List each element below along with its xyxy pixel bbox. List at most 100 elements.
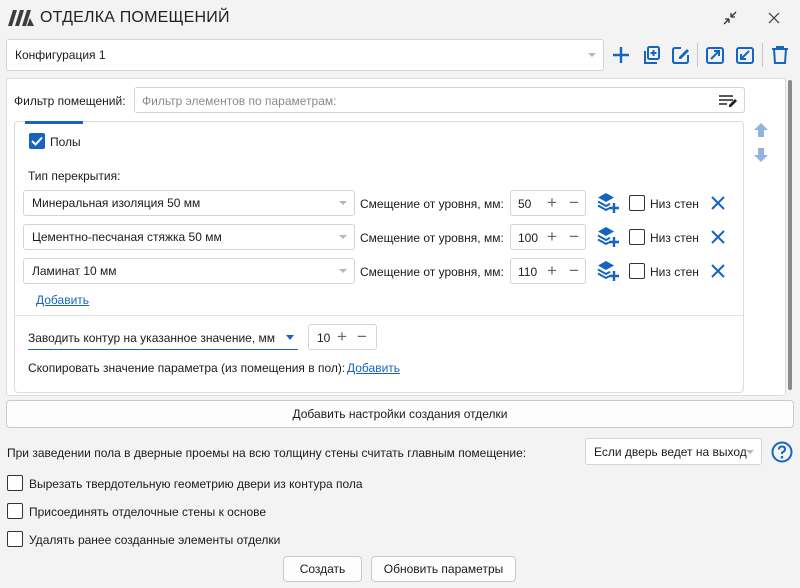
- close-icon: [768, 12, 780, 24]
- toolbar-divider: [697, 43, 698, 67]
- offset-label: Смещение от уровня, мм:: [360, 265, 504, 279]
- offset-label: Смещение от уровня, мм:: [360, 197, 504, 211]
- increment-icon[interactable]: +: [547, 194, 557, 211]
- bottom-walls-label: Низ стен: [650, 231, 699, 245]
- door-main-room-select[interactable]: Если дверь ведет на выход: [585, 438, 762, 465]
- copy-param-add-link[interactable]: Добавить: [347, 361, 400, 375]
- settings-panel: Фильтр помещений: Фильтр элементов по па…: [6, 78, 786, 396]
- contour-value: 10: [317, 331, 331, 345]
- edit-config-button[interactable]: [669, 43, 693, 67]
- layer-material-value: Ламинат 10 мм: [32, 264, 117, 278]
- move-up-icon[interactable]: [753, 122, 769, 138]
- chevron-down-icon: [339, 235, 347, 239]
- bottom-walls-checkbox[interactable]: [629, 263, 645, 279]
- remove-layer-icon[interactable]: [711, 230, 725, 244]
- increment-icon[interactable]: +: [547, 228, 557, 245]
- option-label: Присоединять отделочные стены к основе: [29, 505, 267, 519]
- floor-settings-card: Полы Тип перекрытия: Минеральная изоляци…: [14, 121, 744, 393]
- decrement-icon[interactable]: −: [569, 228, 579, 245]
- app-logo-icon: [8, 10, 34, 26]
- chevron-down-icon: [746, 449, 754, 454]
- collapse-button[interactable]: [718, 7, 742, 29]
- contour-mode-select[interactable]: Заводить контур на указанное значение, м…: [28, 326, 298, 350]
- export-config-button[interactable]: [703, 43, 727, 67]
- slab-type-label: Тип перекрытия:: [28, 169, 121, 183]
- layer-material-select[interactable]: Ламинат 10 мм: [23, 258, 355, 284]
- add-config-button[interactable]: [609, 43, 633, 67]
- filter-edit-icon[interactable]: [718, 93, 738, 109]
- increment-icon[interactable]: +: [337, 328, 347, 345]
- plus-icon: [613, 47, 629, 63]
- door-main-room-label: При заведении пола в дверные проемы на в…: [7, 446, 527, 460]
- bottom-walls-label: Низ стен: [650, 197, 699, 211]
- decrement-icon[interactable]: −: [357, 328, 367, 345]
- move-down-icon[interactable]: [753, 147, 769, 163]
- floors-checkbox[interactable]: [29, 133, 45, 149]
- add-layer-link[interactable]: Добавить: [36, 293, 89, 307]
- create-button-label: Создать: [299, 562, 346, 576]
- edit-icon: [672, 47, 689, 64]
- window-title: ОТДЕЛКА ПОМЕЩЕНИЙ: [40, 9, 230, 26]
- title-bar: ОТДЕЛКА ПОМЕЩЕНИЙ: [0, 0, 800, 36]
- layer-offset-stepper[interactable]: 50 + −: [510, 190, 586, 216]
- import-icon: [736, 47, 754, 64]
- option-checkbox[interactable]: [7, 503, 23, 519]
- collapse-icon: [723, 11, 737, 25]
- contour-value-stepper[interactable]: 10 + −: [308, 324, 377, 350]
- decrement-icon[interactable]: −: [569, 194, 579, 211]
- help-button[interactable]: [770, 440, 794, 464]
- increment-icon[interactable]: +: [547, 262, 557, 279]
- duplicate-config-button[interactable]: [639, 43, 663, 67]
- option-label: Удалять ранее созданные элементы отделки: [29, 533, 281, 547]
- contour-mode-value: Заводить контур на указанное значение, м…: [28, 331, 275, 345]
- room-filter-label: Фильтр помещений:: [14, 94, 126, 108]
- layer-offset-value: 50: [518, 197, 532, 211]
- layers-icon[interactable]: [597, 260, 619, 282]
- scrollbar-thumb[interactable]: [788, 80, 792, 390]
- layer-offset-stepper[interactable]: 110 + −: [510, 258, 586, 284]
- chevron-down-icon: [339, 201, 347, 205]
- option-checkbox[interactable]: [7, 531, 23, 547]
- delete-config-button[interactable]: [768, 43, 792, 67]
- trash-icon: [772, 46, 788, 64]
- room-filter-input[interactable]: Фильтр элементов по параметрам:: [134, 87, 745, 113]
- update-parameters-label: Обновить параметры: [383, 562, 504, 576]
- layer-offset-value: 110: [518, 265, 538, 279]
- layer-material-value: Цементно-песчаная стяжка 50 мм: [32, 230, 222, 244]
- update-parameters-button[interactable]: Обновить параметры: [371, 556, 516, 582]
- card-accent-bar: [25, 121, 83, 124]
- chevron-down-icon: [588, 53, 596, 57]
- layer-material-value: Минеральная изоляция 50 мм: [32, 196, 201, 210]
- export-icon: [706, 47, 724, 64]
- bottom-walls-label: Низ стен: [650, 265, 699, 279]
- close-button[interactable]: [762, 7, 786, 29]
- chevron-down-icon: [339, 269, 347, 273]
- create-button[interactable]: Создать: [283, 556, 362, 582]
- layers-icon[interactable]: [597, 192, 619, 214]
- copy-param-label: Скопировать значение параметра (из помещ…: [28, 361, 346, 375]
- bottom-walls-checkbox[interactable]: [629, 229, 645, 245]
- layer-material-select[interactable]: Минеральная изоляция 50 мм: [23, 190, 355, 216]
- check-icon: [31, 136, 43, 146]
- bottom-walls-checkbox[interactable]: [629, 195, 645, 211]
- chevron-down-icon: [286, 335, 294, 340]
- room-filter-placeholder: Фильтр элементов по параметрам:: [142, 94, 337, 108]
- add-settings-button[interactable]: Добавить настройки создания отделки: [6, 400, 794, 428]
- card-divider: [15, 315, 743, 316]
- help-icon: [771, 441, 793, 463]
- layer-material-select[interactable]: Цементно-песчаная стяжка 50 мм: [23, 224, 355, 250]
- layers-icon[interactable]: [597, 226, 619, 248]
- layer-offset-value: 100: [518, 231, 539, 245]
- configuration-select[interactable]: Конфигурация 1: [6, 39, 604, 71]
- configuration-value: Конфигурация 1: [15, 48, 106, 62]
- layer-offset-stepper[interactable]: 100 + −: [510, 224, 586, 250]
- remove-layer-icon[interactable]: [711, 264, 725, 278]
- option-label: Вырезать твердотельную геометрию двери и…: [29, 477, 363, 491]
- option-checkbox[interactable]: [7, 475, 23, 491]
- import-config-button[interactable]: [733, 43, 757, 67]
- decrement-icon[interactable]: −: [569, 262, 579, 279]
- duplicate-icon: [644, 46, 660, 64]
- add-settings-label: Добавить настройки создания отделки: [292, 407, 508, 421]
- remove-layer-icon[interactable]: [711, 196, 725, 210]
- scrollbar-track[interactable]: [788, 80, 792, 394]
